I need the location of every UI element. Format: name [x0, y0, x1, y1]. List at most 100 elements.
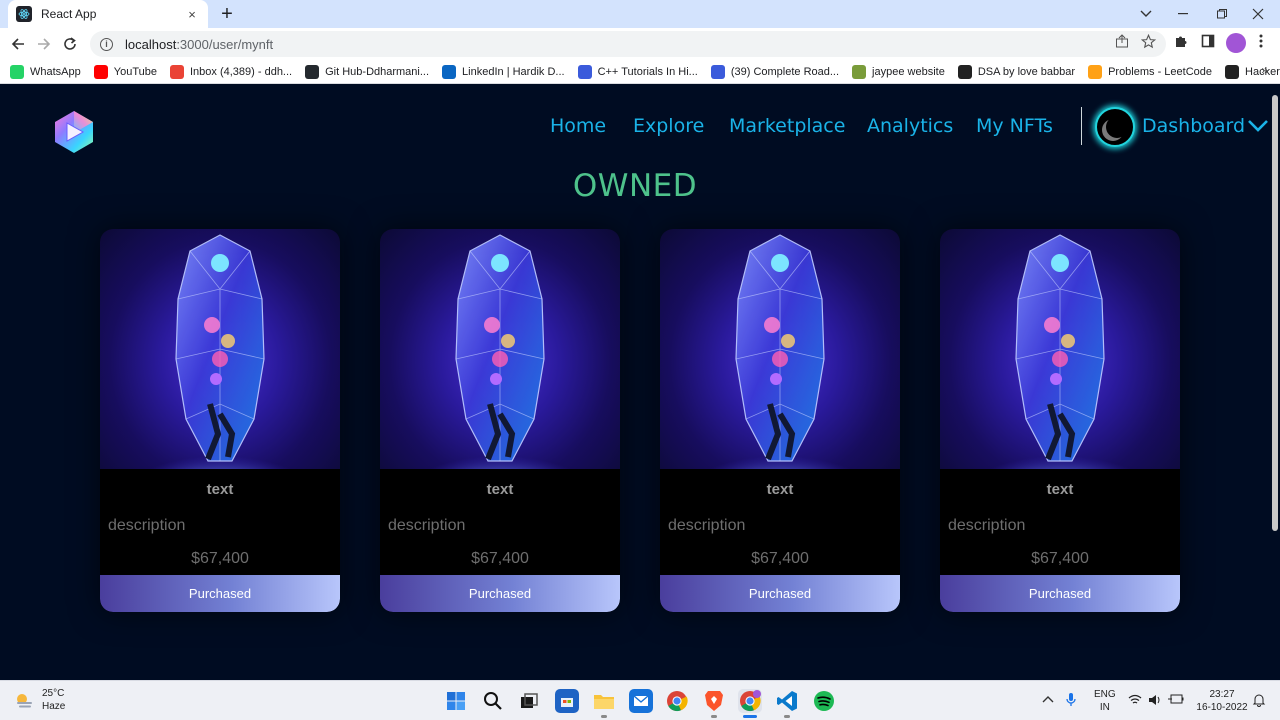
bookmark-favicon-icon — [442, 64, 457, 79]
bookmark-label: YouTube — [113, 65, 157, 78]
nft-artwork — [100, 234, 340, 469]
minimize-icon[interactable] — [1166, 0, 1202, 28]
extensions-icon[interactable] — [1172, 34, 1190, 52]
microphone-icon[interactable] — [1066, 692, 1076, 712]
notification-icon[interactable] — [1252, 693, 1266, 711]
dashboard-link[interactable]: Dashboard — [1142, 115, 1245, 137]
chrome-icon[interactable] — [665, 689, 689, 713]
bookmark-item[interactable]: HackerRank — [1225, 64, 1280, 79]
purchased-button[interactable]: Purchased — [380, 575, 620, 612]
bookmarks-overflow-icon[interactable]: » — [1261, 63, 1268, 77]
nft-image[interactable] — [660, 229, 900, 469]
weather-condition: Haze — [42, 701, 66, 712]
bookmark-label: jaypee website — [872, 65, 945, 78]
profile-avatar-icon[interactable] — [1226, 33, 1246, 53]
menu-dots-icon[interactable] — [1252, 34, 1270, 52]
bookmark-item[interactable]: DSA by love babbar — [957, 64, 1076, 79]
nft-card[interactable]: text description $67,400 Purchased — [100, 229, 340, 612]
nav-link-analytics[interactable]: Analytics — [867, 115, 953, 137]
share-icon[interactable] — [1113, 34, 1131, 52]
reload-icon[interactable] — [58, 32, 82, 56]
nft-name: text — [766, 481, 794, 498]
file-explorer-icon[interactable] — [592, 689, 616, 718]
windows-start-icon[interactable] — [444, 689, 468, 713]
spotify-icon[interactable] — [812, 689, 836, 713]
task-view-icon[interactable] — [517, 689, 541, 713]
bookmark-item[interactable]: Git Hub-Ddharmani... — [305, 64, 429, 79]
nft-card[interactable]: text description $67,400 Purchased — [380, 229, 620, 612]
nav-divider — [1081, 107, 1082, 145]
page-title: OWNED — [572, 168, 698, 204]
close-window-icon[interactable] — [1240, 0, 1276, 28]
purchased-button[interactable]: Purchased — [660, 575, 900, 612]
nft-artwork — [380, 234, 620, 469]
nft-image[interactable] — [100, 229, 340, 469]
bookmark-item[interactable]: Inbox (4,389) - ddh... — [169, 64, 292, 79]
bookmarks-bar: WhatsApp YouTube Inbox (4,389) - ddh... Git… — [0, 60, 1280, 84]
nft-card[interactable]: text description $67,400 Purchased — [660, 229, 900, 612]
url-host: localhost — [125, 36, 177, 52]
bookmark-label: LinkedIn | Hardik D... — [462, 65, 565, 78]
mail-icon[interactable] — [629, 689, 653, 713]
nav-link-explore[interactable]: Explore — [633, 115, 704, 137]
tray-overflow-chevron-icon[interactable] — [1042, 694, 1054, 707]
tab-close-icon[interactable]: × — [184, 7, 200, 22]
nft-image[interactable] — [380, 229, 620, 469]
volume-icon[interactable] — [1148, 694, 1162, 710]
nav-link-home[interactable]: Home — [550, 115, 606, 137]
site-info-icon[interactable]: i — [100, 37, 113, 51]
bookmark-label: Problems - LeetCode — [1108, 65, 1213, 78]
chrome-profile-icon[interactable] — [738, 689, 762, 718]
side-panel-icon[interactable] — [1199, 34, 1217, 52]
bookmark-label: DSA by love babbar — [977, 65, 1076, 78]
purchased-button[interactable]: Purchased — [100, 575, 340, 612]
clock[interactable]: 23:27 16-10-2022 — [1196, 688, 1248, 714]
nft-card[interactable]: text description $67,400 Purchased — [940, 229, 1180, 612]
bookmark-item[interactable]: jaypee website — [852, 64, 945, 79]
bookmark-item[interactable]: YouTube — [93, 64, 157, 79]
bookmark-favicon-icon — [852, 64, 867, 79]
battery-icon[interactable] — [1168, 694, 1184, 708]
bookmark-item[interactable]: WhatsApp — [10, 64, 81, 79]
bookmark-item[interactable]: LinkedIn | Hardik D... — [442, 64, 565, 79]
chevron-down-icon[interactable] — [1246, 118, 1270, 134]
running-indicator — [601, 715, 607, 718]
wifi-icon[interactable] — [1128, 694, 1142, 709]
weather-widget[interactable]: 25°C Haze — [14, 687, 65, 713]
clock-time: 23:27 — [1209, 689, 1235, 700]
restore-icon[interactable] — [1204, 0, 1240, 28]
running-indicator — [711, 715, 717, 718]
bookmark-item[interactable]: Problems - LeetCode — [1088, 64, 1213, 79]
nft-description: description — [108, 517, 186, 534]
brave-icon[interactable] — [702, 689, 726, 718]
page-scrollbar[interactable] — [1270, 85, 1280, 680]
user-avatar[interactable] — [1095, 107, 1135, 147]
nft-description: description — [948, 517, 1026, 534]
nav-link-marketplace[interactable]: Marketplace — [729, 115, 845, 137]
bookmark-favicon-icon — [577, 64, 592, 79]
purchased-button[interactable]: Purchased — [940, 575, 1180, 612]
site-logo-icon[interactable] — [52, 109, 96, 155]
nft-image[interactable] — [940, 229, 1180, 469]
browser-tab[interactable]: React App × — [8, 0, 208, 28]
bookmark-star-icon[interactable] — [1139, 33, 1157, 52]
microsoft-store-icon[interactable] — [555, 689, 579, 713]
forward-icon[interactable] — [32, 32, 56, 56]
nft-price: $67,400 — [471, 550, 529, 567]
bookmark-item[interactable]: C++ Tutorials In Hi... — [577, 64, 698, 79]
back-icon[interactable] — [6, 32, 30, 56]
bookmark-item[interactable]: (39) Complete Road... — [710, 64, 839, 79]
tab-search-icon[interactable] — [1128, 0, 1164, 28]
nft-price: $67,400 — [191, 550, 249, 567]
bookmark-favicon-icon — [10, 64, 24, 79]
vscode-icon[interactable] — [775, 689, 799, 718]
bookmark-favicon-icon — [957, 64, 972, 79]
address-bar[interactable]: i localhost:3000/user/mynft — [90, 31, 1166, 57]
language-indicator[interactable]: ENG IN — [1094, 688, 1116, 714]
scrollbar-thumb[interactable] — [1272, 95, 1278, 531]
running-indicator — [784, 715, 790, 718]
nav-link-my-nfts[interactable]: My NFTs — [976, 115, 1053, 137]
react-favicon-icon — [16, 6, 32, 22]
new-tab-button[interactable]: + — [216, 3, 238, 25]
search-icon[interactable] — [481, 689, 505, 713]
